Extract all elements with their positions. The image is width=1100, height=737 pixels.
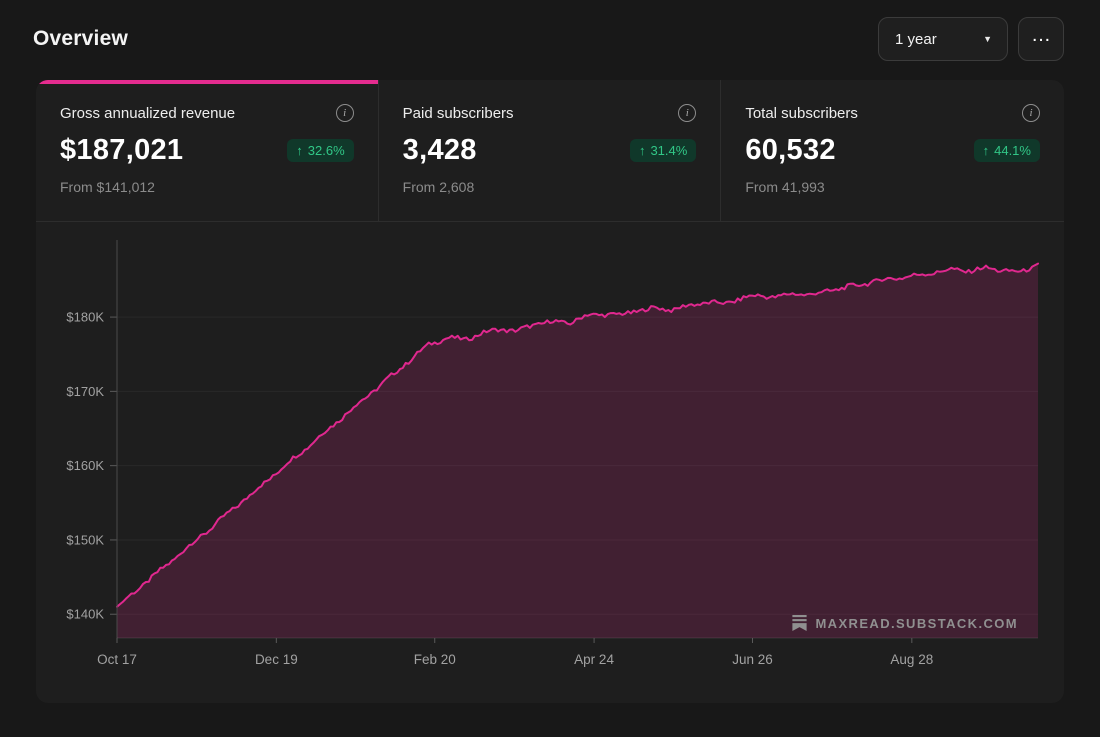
stat-previous-value: From 41,993 — [745, 179, 825, 195]
page-title: Overview — [33, 27, 128, 50]
stat-tabs: Gross annualized revenue i $187,021 ↑ 32… — [36, 80, 1064, 222]
chevron-down-icon: ▼ — [983, 34, 992, 44]
ellipsis-icon: … — [1031, 24, 1051, 46]
change-percent: 31.4% — [650, 143, 688, 158]
x-tick-label: Apr 24 — [574, 652, 614, 667]
stat-tab-paid-subscribers[interactable]: Paid subscribers i 3,428 ↑ 31.4% From 2,… — [379, 80, 722, 221]
date-range-selector[interactable]: 1 year ▼ — [878, 17, 1008, 61]
up-arrow-icon: ↑ — [982, 143, 990, 158]
info-icon[interactable]: i — [1021, 104, 1040, 122]
substack-logo-icon — [792, 615, 808, 631]
stat-tab-gross-annualized-revenue[interactable]: Gross annualized revenue i $187,021 ↑ 32… — [36, 80, 379, 221]
stat-value: 3,428 — [402, 134, 477, 166]
info-icon[interactable]: i — [678, 104, 697, 122]
stats-panel: Gross annualized revenue i $187,021 ↑ 32… — [36, 80, 1064, 703]
y-tick-label: $170K — [66, 384, 104, 399]
y-tick-label: $160K — [66, 458, 104, 473]
x-tick-label: Jun 26 — [732, 652, 773, 667]
info-icon[interactable]: i — [335, 104, 354, 122]
stat-label: Paid subscribers — [402, 104, 514, 122]
up-arrow-icon: ↑ — [296, 143, 303, 158]
change-badge: ↑ 32.6% — [287, 139, 354, 162]
x-tick-label: Feb 20 — [414, 652, 456, 667]
y-tick-label: $150K — [66, 532, 104, 547]
area-fill — [117, 263, 1038, 638]
change-badge: ↑ 44.1% — [973, 139, 1040, 162]
stat-label: Total subscribers — [745, 104, 858, 122]
date-range-value: 1 year — [895, 30, 937, 48]
page-header: Overview 1 year ▼ … — [0, 0, 1100, 80]
up-arrow-icon: ↑ — [638, 143, 646, 158]
stat-label: Gross annualized revenue — [60, 104, 236, 122]
revenue-chart: $140K $150K $160K $170K $180K Oct 17 Dec 19 Feb… — [36, 222, 1064, 703]
x-tick-label: Oct 17 — [97, 652, 137, 667]
watermark-text: MAXREAD.SUBSTACK.COM — [815, 615, 1018, 631]
stat-value: $187,021 — [60, 134, 184, 166]
active-tab-indicator — [36, 80, 378, 84]
x-tick-label: Aug 28 — [890, 652, 933, 667]
change-percent: 32.6% — [307, 143, 345, 158]
change-percent: 44.1% — [994, 143, 1031, 158]
x-tick-label: Dec 19 — [255, 652, 298, 667]
y-tick-label: $140K — [66, 607, 104, 622]
y-tick-label: $180K — [66, 310, 104, 325]
stat-value: 60,532 — [745, 134, 836, 166]
header-controls: 1 year ▼ … — [878, 17, 1064, 61]
stat-previous-value: From 2,608 — [402, 179, 475, 195]
more-options-button[interactable]: … — [1018, 17, 1064, 61]
stat-tab-total-subscribers[interactable]: Total subscribers i 60,532 ↑ 44.1% From … — [721, 80, 1064, 221]
change-badge: ↑ 31.4% — [629, 139, 697, 162]
watermark: MAXREAD.SUBSTACK.COM — [792, 615, 1018, 631]
stat-previous-value: From $141,012 — [60, 179, 155, 195]
